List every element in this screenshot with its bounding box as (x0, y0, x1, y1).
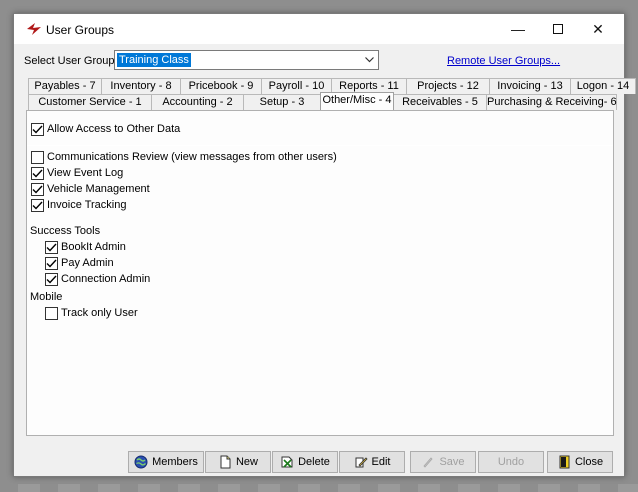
background-strip (0, 484, 638, 492)
tab-inventory[interactable]: Inventory - 8 (101, 78, 181, 94)
connection-admin-checkbox[interactable] (45, 272, 58, 286)
members-button[interactable]: Members (128, 451, 204, 473)
user-groups-window: User Groups — ✕ Select User Group Traini… (13, 13, 636, 477)
tab-row-bottom: Customer Service - 1 Accounting - 2 Setu… (28, 92, 617, 110)
window-title: User Groups (46, 23, 115, 37)
delete-button[interactable]: Delete (272, 451, 338, 473)
bookit-admin-row[interactable]: BookIt Admin (45, 240, 126, 254)
exit-door-icon (559, 455, 570, 469)
view-event-log-row[interactable]: View Event Log (31, 166, 123, 180)
tab-other-misc[interactable]: Other/Misc - 4 (320, 92, 394, 110)
communications-review-row[interactable]: Communications Review (view messages fro… (31, 150, 337, 164)
tab-logon[interactable]: Logon - 14 (570, 78, 636, 94)
vehicle-management-row[interactable]: Vehicle Management (31, 182, 150, 196)
bottom-toolbar: Members New Delete Edit Save Undo Close (14, 450, 624, 476)
track-only-user-row[interactable]: Track only User (45, 306, 138, 320)
globe-icon (134, 455, 148, 469)
section-divider (27, 145, 613, 146)
allow-access-row[interactable]: Allow Access to Other Data (31, 122, 180, 136)
checkmark-icon (32, 185, 43, 194)
success-tools-heading: Success Tools (30, 225, 101, 237)
tab-invoicing[interactable]: Invoicing - 13 (489, 78, 571, 94)
title-bar[interactable]: User Groups — ✕ (14, 14, 624, 44)
view-event-log-label: View Event Log (47, 167, 124, 179)
vehicle-management-checkbox[interactable] (31, 182, 44, 196)
pay-admin-row[interactable]: Pay Admin (45, 256, 114, 270)
chevron-down-icon[interactable] (362, 52, 376, 68)
user-group-select[interactable]: Training Class (114, 50, 379, 70)
tab-accounting[interactable]: Accounting - 2 (151, 94, 244, 110)
minimize-button[interactable]: — (498, 14, 538, 44)
tab-payables[interactable]: Payables - 7 (28, 78, 102, 94)
save-label: Save (439, 456, 465, 468)
checkmark-icon (46, 243, 57, 252)
minimize-icon: — (511, 21, 525, 37)
connection-admin-label: Connection Admin (61, 273, 151, 285)
select-group-row: Select User Group Training Class Remote … (14, 44, 624, 80)
pay-admin-label: Pay Admin (61, 257, 114, 269)
connection-admin-row[interactable]: Connection Admin (45, 272, 150, 286)
new-document-icon (220, 455, 231, 469)
communications-review-label: Communications Review (view messages fro… (47, 151, 337, 163)
close-icon: ✕ (592, 20, 604, 37)
bookit-admin-checkbox[interactable] (45, 240, 58, 254)
edit-button[interactable]: Edit (339, 451, 405, 473)
maximize-icon (553, 24, 563, 34)
tab-setup[interactable]: Setup - 3 (243, 94, 321, 110)
save-pen-icon (423, 457, 434, 468)
checkmark-icon (46, 275, 57, 284)
tab-customer-service[interactable]: Customer Service - 1 (28, 94, 152, 110)
allow-access-checkbox[interactable] (31, 122, 44, 136)
select-group-label: Select User Group (24, 55, 115, 67)
close-button[interactable]: Close (547, 451, 613, 473)
tab-receivables[interactable]: Receivables - 5 (393, 94, 487, 110)
close-label: Close (574, 456, 604, 468)
members-label: Members (152, 456, 198, 468)
view-event-log-checkbox[interactable] (31, 166, 44, 180)
delete-label: Delete (298, 456, 330, 468)
vehicle-management-label: Vehicle Management (47, 183, 150, 195)
communications-review-checkbox[interactable] (31, 150, 44, 164)
edit-icon (355, 457, 368, 468)
tab-purchasing-receiving[interactable]: Purchasing & Receiving- 6 (486, 94, 617, 110)
track-only-user-label: Track only User (61, 307, 138, 319)
pay-admin-checkbox[interactable] (45, 256, 58, 270)
undo-button[interactable]: Undo (478, 451, 544, 473)
save-button[interactable]: Save (410, 451, 476, 473)
checkmark-icon (32, 125, 43, 134)
close-window-button[interactable]: ✕ (578, 14, 618, 44)
checkmark-icon (32, 201, 43, 210)
tab-strip: Payables - 7 Inventory - 8 Pricebook - 9… (28, 77, 636, 111)
undo-label: Undo (497, 456, 525, 468)
maximize-button[interactable] (538, 14, 578, 44)
bookit-admin-label: BookIt Admin (61, 241, 126, 253)
tab-projects[interactable]: Projects - 12 (406, 78, 490, 94)
remote-user-groups-link[interactable]: Remote User Groups... (447, 55, 560, 67)
track-only-user-checkbox[interactable] (45, 306, 58, 320)
invoice-tracking-label: Invoice Tracking (47, 199, 127, 211)
mobile-heading: Mobile (30, 291, 63, 303)
other-misc-panel: Allow Access to Other Data Communication… (26, 110, 614, 436)
checkmark-icon (32, 169, 43, 178)
delete-icon (281, 456, 293, 468)
new-button[interactable]: New (205, 451, 271, 473)
app-logo-icon (27, 23, 41, 35)
invoice-tracking-checkbox[interactable] (31, 198, 44, 212)
invoice-tracking-row[interactable]: Invoice Tracking (31, 198, 126, 212)
edit-label: Edit (371, 456, 391, 468)
user-group-value: Training Class (117, 53, 191, 67)
checkmark-icon (46, 259, 57, 268)
allow-access-label: Allow Access to Other Data (47, 123, 181, 135)
new-label: New (235, 456, 258, 468)
tab-pricebook[interactable]: Pricebook - 9 (180, 78, 262, 94)
